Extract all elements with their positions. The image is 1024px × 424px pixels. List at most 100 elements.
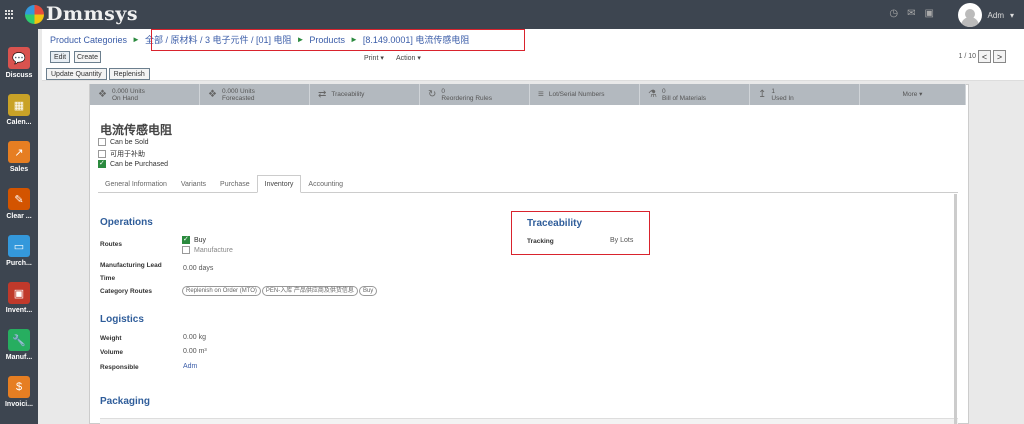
operations-section-title: Operations — [100, 217, 153, 228]
checkbox-checked-icon — [98, 159, 106, 168]
smart-button[interactable]: ❖ 0.000 Units Forecasted — [200, 84, 310, 105]
create-button[interactable]: Create — [74, 51, 101, 63]
clock-icon[interactable]: ◷ — [889, 8, 898, 19]
messages-icon[interactable]: ✉ — [907, 8, 915, 19]
sidebar-item-label: Invent... — [5, 307, 33, 314]
app-logo[interactable]: Dmmsys — [25, 3, 138, 25]
pager: 1 / 10 < > — [958, 50, 1006, 63]
can-be-sold-checkbox[interactable]: Can be Sold — [98, 138, 149, 146]
chart-icon: ↗ — [8, 141, 30, 163]
weight-value[interactable]: 0.00 kg — [183, 334, 206, 341]
packaging-table-header — [100, 418, 958, 424]
smart-button-value: Traceability — [331, 91, 365, 98]
volume-label: Volume — [100, 349, 123, 356]
tracking-label: Tracking — [527, 238, 554, 245]
sidebar-item[interactable]: ✎ Clear ... — [0, 184, 38, 232]
volume-value[interactable]: 0.00 m³ — [183, 348, 207, 355]
tab-variants[interactable]: Variants — [174, 175, 213, 193]
replenish-button[interactable]: Replenish — [108, 68, 150, 80]
smart-button-label: On Hand — [111, 94, 138, 102]
level-up-icon: ↥ — [758, 89, 767, 100]
logistics-section-title: Logistics — [100, 314, 144, 325]
smart-button-value: More ▾ — [902, 91, 923, 98]
invoice-icon: $ — [8, 376, 30, 398]
smart-button-label: Reordering Rules — [441, 94, 492, 102]
sidebar-item[interactable]: 💬 Discuss — [0, 43, 38, 91]
weight-label: Weight — [100, 335, 122, 342]
update-quantity-button[interactable]: Update Quantity — [46, 68, 107, 80]
action-dropdown[interactable]: Action ▾ — [396, 54, 421, 62]
checkbox-label: 可用于补助 — [110, 151, 145, 158]
smart-button-value: 0.000 Units — [111, 87, 145, 95]
smart-button[interactable]: More ▾ — [860, 84, 966, 105]
responsible-label: Responsible — [100, 364, 139, 371]
smart-button[interactable]: ❖ 0.000 Units On Hand — [90, 84, 200, 105]
can-be-purchased-checkbox[interactable]: Can be Purchased — [98, 159, 168, 168]
tab-inventory[interactable]: Inventory — [256, 175, 302, 193]
edit-button[interactable]: Edit — [50, 51, 70, 63]
print-dropdown[interactable]: Print ▾ — [364, 54, 384, 62]
smart-button[interactable]: ≡ Lot/Serial Numbers — [530, 84, 640, 105]
scrollbar[interactable] — [954, 194, 957, 424]
arrows-icon: ⇄ — [318, 89, 327, 100]
route-tag[interactable]: Replenish on Order (MTO) — [182, 286, 261, 296]
wrench-icon: 🔧 — [8, 329, 30, 351]
highlight-box — [151, 29, 525, 51]
header-actions: Update Quantity Replenish — [46, 68, 150, 80]
sidebar-item[interactable]: $ Invoici... — [0, 372, 38, 420]
manufacturing-lead-time-value[interactable]: 0.00 days — [183, 265, 213, 272]
category-routes-label: Category Routes — [100, 288, 153, 295]
sidebar-item[interactable]: ▦ Calen... — [0, 90, 38, 138]
user-name: Adm — [987, 10, 1004, 20]
responsible-value[interactable]: Adm — [183, 363, 197, 370]
route-manufacture-checkbox[interactable]: Manufacture — [182, 246, 233, 254]
breadcrumb-arrow-icon: ► — [132, 35, 140, 44]
card-icon: ▭ — [8, 235, 30, 257]
subsidy-checkbox[interactable]: 可用于补助 — [98, 149, 145, 159]
route-buy-checkbox[interactable]: Buy — [182, 235, 207, 244]
action-label: Action — [396, 55, 416, 62]
pager-prev-button[interactable]: < — [978, 50, 991, 63]
sidebar-item[interactable]: 🔧 Manuf... — [0, 325, 38, 373]
smart-button-value: 0 — [441, 87, 446, 95]
checkbox-label: Can be Sold — [110, 138, 149, 146]
sidebar-item[interactable]: ▣ Invent... — [0, 278, 38, 326]
route-tag[interactable]: PEN-入库 产品供应商及供货信息 — [261, 286, 358, 296]
chevron-down-icon: ▾ — [380, 55, 384, 62]
apps-menu-icon[interactable] — [5, 10, 14, 19]
sidebar-item-label: Manuf... — [5, 354, 33, 361]
smart-button[interactable]: ⇄ Traceability — [310, 84, 420, 105]
routes-label: Routes — [100, 241, 123, 248]
user-menu[interactable]: Adm ▾ — [957, 3, 1014, 27]
product-name[interactable]: 电流传感电阻 — [100, 121, 172, 138]
tab-purchase[interactable]: Purchase — [213, 175, 257, 193]
sidebar-item-label: Calen... — [6, 119, 32, 126]
pager-value[interactable]: 1 / 10 — [958, 53, 976, 60]
smart-button-label: Bill of Materials — [661, 94, 707, 102]
smart-button[interactable]: ⚗ 0 Bill of Materials — [640, 84, 750, 105]
tab-general-information[interactable]: General Information — [98, 175, 174, 193]
cubes-icon: ❖ — [98, 89, 107, 100]
smart-button[interactable]: ↥ 1 Used In — [750, 84, 860, 105]
checkbox-label: Manufacture — [194, 246, 233, 254]
sidebar-item[interactable]: ▭ Purch... — [0, 231, 38, 279]
sidebar-item-label: Purch... — [6, 260, 32, 267]
checkbox-label: Buy — [194, 236, 207, 244]
gift-icon[interactable]: ▣ — [925, 8, 934, 19]
chevron-down-icon: ▾ — [417, 55, 421, 62]
manufacturing-lead-time-label: Manufacturing Lead Time — [100, 262, 162, 282]
breadcrumb-product-categories[interactable]: Product Categories — [50, 35, 127, 45]
pager-next-button[interactable]: > — [993, 50, 1006, 63]
cleaning-icon: ✎ — [8, 188, 30, 210]
notebook-tabs: General Information Variants Purchase In… — [98, 175, 958, 193]
smart-button-value: 1 — [771, 87, 776, 95]
chevron-down-icon: ▾ — [1009, 10, 1014, 20]
checkbox-icon — [182, 246, 190, 254]
cubes-icon: ❖ — [208, 89, 217, 100]
tracking-value[interactable]: By Lots — [610, 237, 633, 244]
smart-button[interactable]: ↻ 0 Reordering Rules — [420, 84, 530, 105]
tab-accounting[interactable]: Accounting — [301, 175, 350, 193]
top-navbar: Dmmsys ◷ ✉ ▣ Adm ▾ — [0, 0, 1024, 29]
sidebar-item[interactable]: ↗ Sales — [0, 137, 38, 185]
route-tag[interactable]: Buy — [358, 286, 378, 296]
